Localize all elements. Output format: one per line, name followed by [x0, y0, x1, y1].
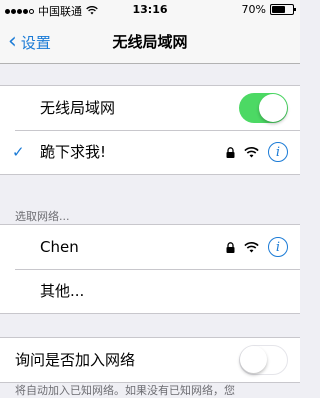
- battery-icon: [270, 4, 296, 15]
- battery-tip: [294, 8, 296, 11]
- wifi-toggle[interactable]: [239, 93, 288, 123]
- lock-icon: [226, 238, 235, 257]
- footer-text: 将自动加入已知网络。如果没有已知网络，您: [15, 384, 235, 397]
- status-right: 70%: [241, 3, 296, 16]
- wifi-toggle-row: 无线局域网: [0, 86, 300, 130]
- ask-to-join-toggle[interactable]: [239, 345, 288, 375]
- ask-to-join-row: 询问是否加入网络: [0, 338, 300, 382]
- back-button[interactable]: ‹ 设置: [8, 20, 51, 64]
- wifi-group: 无线局域网 ✓ 跪下求我! i: [0, 85, 300, 175]
- wifi-icon: [244, 238, 259, 257]
- network-row[interactable]: Chen i: [0, 225, 300, 269]
- navigation-bar: ‹ 设置 无线局域网: [0, 20, 300, 64]
- info-icon[interactable]: i: [268, 237, 288, 257]
- back-label: 设置: [20, 33, 51, 52]
- toggle-knob: [240, 346, 267, 373]
- connected-network-name: 跪下求我!: [40, 143, 107, 161]
- network-icons: i: [226, 130, 288, 174]
- wifi-icon: [244, 143, 259, 162]
- battery-fill: [272, 6, 285, 13]
- connected-network-row[interactable]: ✓ 跪下求我! i: [0, 130, 300, 174]
- checkmark-icon: ✓: [12, 143, 25, 161]
- section-header: 选取网络...: [15, 210, 70, 223]
- lock-icon: [226, 143, 235, 162]
- wifi-label: 无线局域网: [40, 99, 116, 117]
- info-icon[interactable]: i: [268, 142, 288, 162]
- network-icons: i: [226, 225, 288, 269]
- status-bar: 中国联通 13:16 70%: [0, 0, 300, 20]
- network-name: Chen: [40, 238, 79, 256]
- chevron-left-icon: ‹: [8, 29, 17, 54]
- ask-to-join-group: 询问是否加入网络: [0, 337, 300, 383]
- toggle-knob: [259, 94, 287, 122]
- other-network-label: 其他...: [40, 282, 85, 300]
- battery-percent: 70%: [241, 3, 266, 16]
- other-network-row[interactable]: 其他...: [0, 269, 300, 313]
- ask-to-join-label: 询问是否加入网络: [15, 351, 136, 369]
- networks-group: Chen i 其他...: [0, 224, 300, 314]
